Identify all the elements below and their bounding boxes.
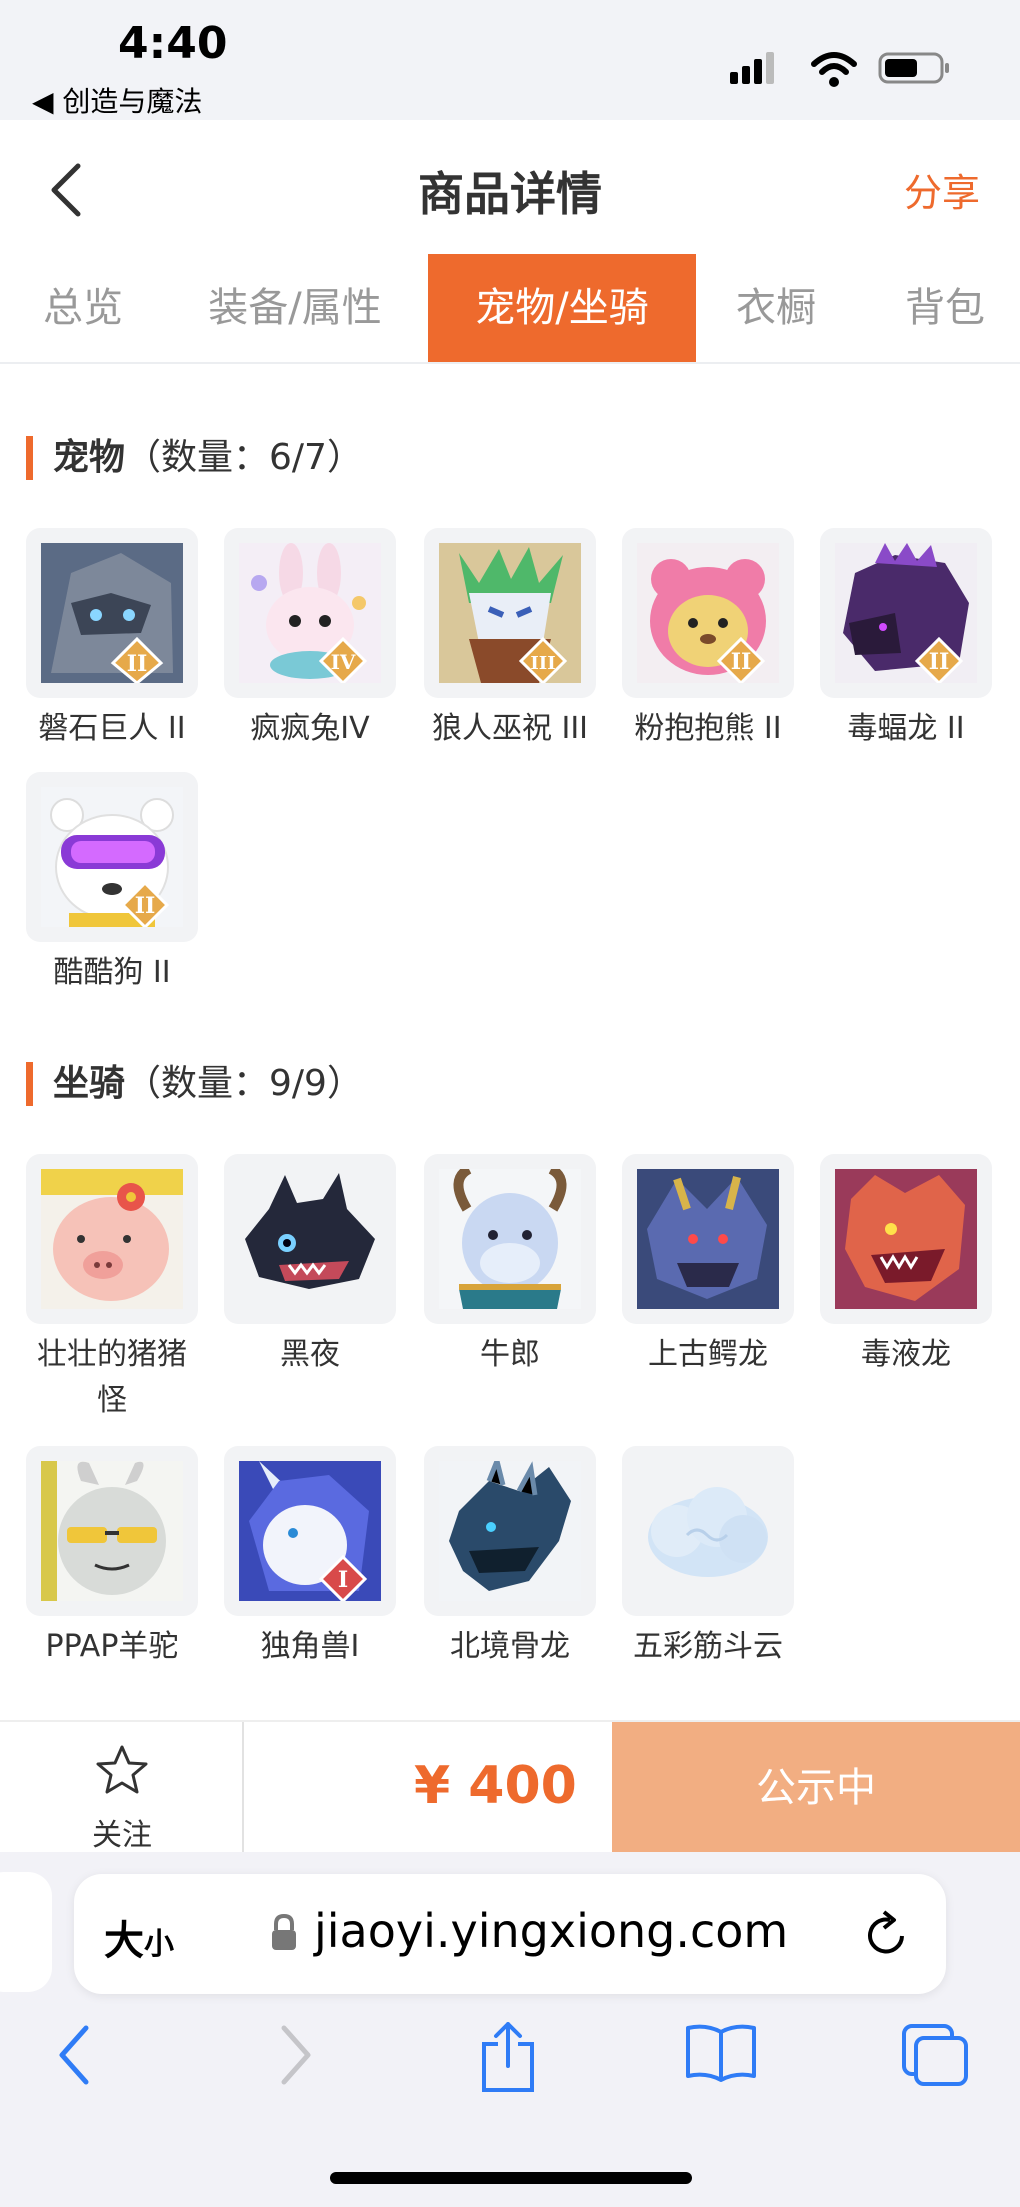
mount-item[interactable]: 牛郎	[424, 1154, 596, 1378]
northern-bone-dragon-icon	[439, 1461, 581, 1601]
share-icon[interactable]	[478, 2022, 538, 2094]
follow-button[interactable]: 关注	[0, 1722, 244, 1854]
pet-name: 疯疯兔IV	[250, 711, 370, 746]
svg-text:II: II	[929, 649, 950, 675]
pet-name: 粉抱抱熊 II	[634, 711, 782, 746]
browser-chrome: 大小 jiaoyi.yingxiong.com	[0, 1852, 1020, 2207]
mount-item[interactable]: 壮壮的猪猪怪	[26, 1154, 198, 1424]
mount-name: 独角兽I	[260, 1629, 360, 1664]
mount-item[interactable]: 上古鳄龙	[622, 1154, 794, 1378]
mount-name: 上古鳄龙	[648, 1337, 768, 1372]
page-title: 商品详情	[418, 167, 602, 221]
rainbow-cloud-icon	[637, 1461, 779, 1601]
mount-item[interactable]: I 独角兽I	[224, 1446, 396, 1670]
star-icon	[96, 1745, 148, 1794]
stone-giant-icon: II	[41, 543, 183, 683]
pets-section-title: 宠物（数量：6/7）	[26, 436, 363, 480]
mount-item[interactable]: 黑夜	[224, 1154, 396, 1378]
status-icons	[730, 52, 949, 87]
mounts-section-title: 坐骑（数量：9/9）	[26, 1062, 363, 1106]
venom-dragon-icon	[835, 1169, 977, 1309]
poison-bat-dragon-icon: II	[835, 543, 977, 683]
price: ¥ 400	[414, 1756, 577, 1816]
back-icon[interactable]	[54, 2022, 94, 2088]
tab-pets-mounts[interactable]: 宠物/坐骑	[428, 254, 696, 362]
back-to-app-link[interactable]: ◀ 创造与魔法	[32, 80, 202, 120]
text-size-button[interactable]: 大小	[104, 1908, 174, 1966]
mount-name: 五彩筋斗云	[633, 1629, 783, 1664]
pet-item[interactable]: II 酷酷狗 II	[26, 772, 198, 996]
mounts-count: （数量：9/9）	[125, 1063, 363, 1104]
black-night-dragon-icon	[239, 1169, 381, 1309]
unicorn-icon: I	[239, 1461, 381, 1601]
previous-tab-preview[interactable]	[0, 1872, 52, 1992]
cool-dog-icon: II	[41, 787, 183, 927]
pet-item[interactable]: II 磐石巨人 II	[26, 528, 198, 752]
svg-text:III: III	[530, 653, 555, 674]
svg-text:II: II	[135, 893, 156, 919]
pet-item[interactable]: IV 疯疯兔IV	[224, 528, 396, 752]
tab-backpack[interactable]: 背包	[870, 254, 1020, 362]
pink-bear-icon: II	[637, 543, 779, 683]
mount-name: 北境骨龙	[450, 1629, 570, 1664]
svg-text:II: II	[731, 649, 752, 675]
pets-count: （数量：6/7）	[125, 437, 363, 478]
ppap-alpaca-icon	[41, 1461, 183, 1601]
mount-name: 黑夜	[280, 1337, 340, 1372]
mount-item[interactable]: PPAP羊驼	[26, 1446, 198, 1670]
lock-icon	[272, 1913, 296, 1950]
cowherd-icon	[439, 1169, 581, 1309]
svg-text:IV: IV	[331, 650, 356, 674]
page-header: 商品详情 分享	[0, 120, 1020, 255]
mount-name: 牛郎	[480, 1337, 540, 1372]
bottom-action-bar: 关注 ¥ 400 公示中	[0, 1720, 1020, 1854]
mount-item[interactable]: 毒液龙	[820, 1154, 992, 1378]
tab-overview[interactable]: 总览	[0, 254, 166, 362]
browser-toolbar	[0, 2022, 1020, 2112]
mounts-section-label: 坐骑	[53, 1063, 126, 1104]
ancient-croc-dragon-icon	[637, 1169, 779, 1309]
follow-label: 关注	[92, 1818, 152, 1853]
mount-item[interactable]: 北境骨龙	[424, 1446, 596, 1670]
pet-item[interactable]: II 粉抱抱熊 II	[622, 528, 794, 752]
url-text: jiaoyi.yingxiong.com	[314, 1904, 789, 1958]
svg-text:II: II	[127, 651, 148, 677]
forward-icon[interactable]	[276, 2022, 316, 2088]
publicity-status-button[interactable]: 公示中	[612, 1722, 1020, 1854]
signal-icon	[730, 52, 774, 84]
wifi-icon	[811, 52, 857, 87]
mount-item[interactable]: 五彩筋斗云	[622, 1446, 794, 1670]
pets-section-label: 宠物	[53, 437, 126, 478]
tabs-icon[interactable]	[900, 2022, 970, 2088]
reload-icon[interactable]	[862, 1908, 912, 1960]
mount-name: 毒液龙	[861, 1337, 951, 1372]
pig-monster-icon	[41, 1169, 183, 1309]
share-button[interactable]: 分享	[904, 162, 980, 217]
tab-equipment[interactable]: 装备/属性	[180, 254, 410, 362]
pet-item[interactable]: III 狼人巫祝 III	[424, 528, 596, 752]
pet-name: 狼人巫祝 III	[431, 711, 589, 746]
battery-icon	[878, 52, 949, 84]
tab-wardrobe[interactable]: 衣橱	[710, 254, 842, 362]
crazy-rabbit-icon: IV	[239, 543, 381, 683]
mount-name: 壮壮的猪猪怪	[37, 1337, 187, 1418]
status-bar: 4:40 ◀ 创造与魔法	[0, 0, 1020, 120]
werewolf-shaman-icon: III	[439, 543, 581, 683]
pet-item[interactable]: II 毒蝠龙 II	[820, 528, 992, 752]
tab-bar: 总览 装备/属性 宠物/坐骑 衣橱 背包	[0, 254, 1020, 364]
mount-name: PPAP羊驼	[45, 1629, 179, 1664]
address-bar[interactable]: 大小 jiaoyi.yingxiong.com	[74, 1874, 946, 1994]
svg-text:I: I	[338, 1567, 348, 1593]
pet-name: 酷酷狗 II	[53, 955, 171, 990]
home-indicator	[330, 2172, 692, 2184]
status-time: 4:40	[118, 18, 228, 69]
pet-name: 磐石巨人 II	[38, 711, 186, 746]
pet-name: 毒蝠龙 II	[847, 711, 965, 746]
bookmarks-icon[interactable]	[684, 2022, 758, 2082]
